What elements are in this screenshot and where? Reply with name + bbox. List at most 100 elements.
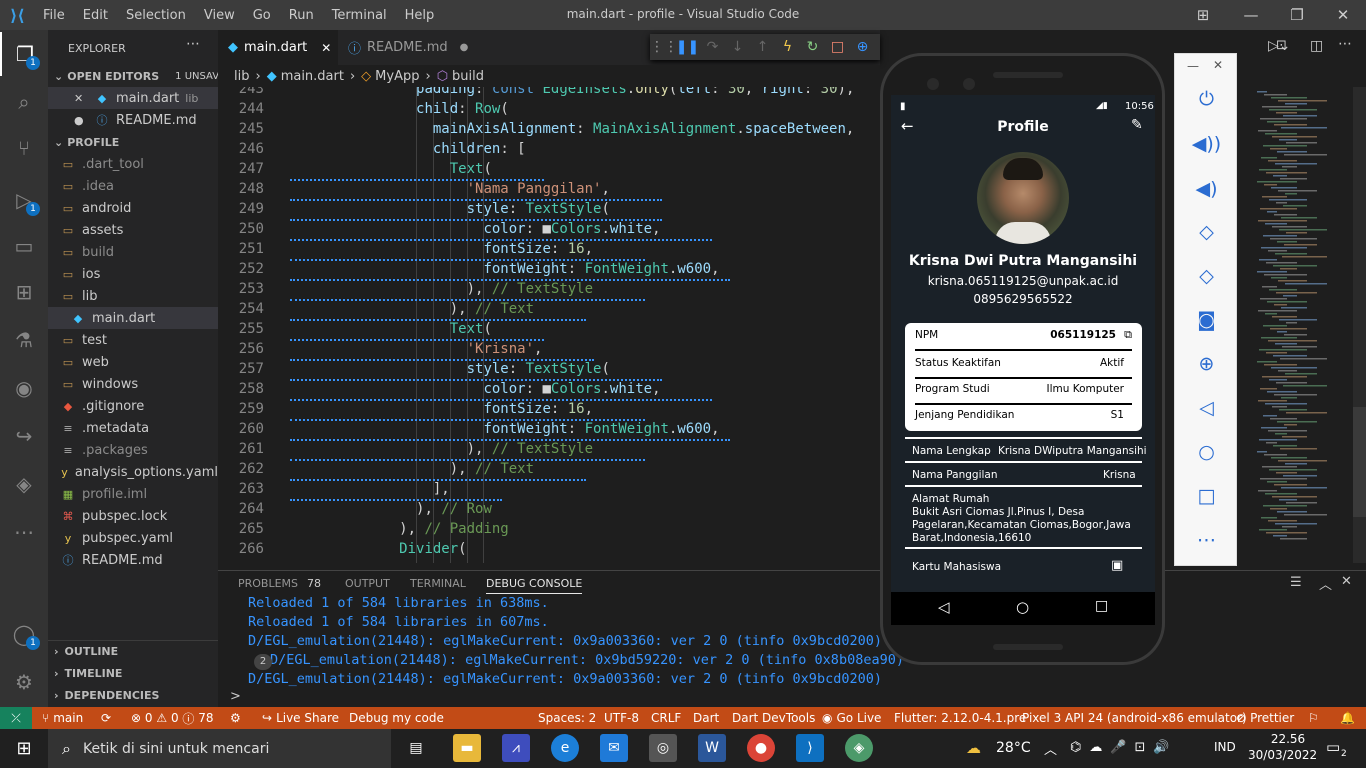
devtools-icon[interactable]: ⊕ (850, 39, 875, 55)
editor-more-icon[interactable]: ⋯ (1338, 36, 1352, 52)
task-view-icon[interactable]: ▤ (402, 734, 430, 762)
open-editor-item[interactable]: ✕ ◆ main.dart lib (48, 87, 218, 109)
unsaved-dot-icon[interactable]: ● (74, 114, 90, 127)
tab-debug-console[interactable]: DEBUG CONSOLE (486, 577, 583, 594)
tree-item[interactable]: ▭ test (48, 329, 218, 351)
tree-item[interactable]: ▭ windows (48, 373, 218, 395)
hot-reload-icon[interactable]: ϟ (775, 39, 800, 55)
debug-status-icon[interactable]: ⚙ (230, 707, 241, 729)
problems-status[interactable]: ⊗ 0 ⚠ 0 ⓘ 78 (131, 707, 214, 729)
zoom-icon[interactable]: ⊕ (1175, 353, 1238, 375)
open-editor-item[interactable]: ● ⓘ README.md (48, 109, 218, 131)
settings-gear-icon[interactable]: ⚙ (0, 660, 48, 704)
console-prompt[interactable]: > (230, 689, 241, 704)
chrome-icon[interactable]: ● (747, 734, 775, 762)
github-icon[interactable]: ◉ (0, 366, 48, 410)
emulator-taskbar-icon[interactable]: ◈ (845, 734, 873, 762)
live-share-icon[interactable]: ↪ (0, 414, 48, 458)
flutter-version[interactable]: Flutter: 2.12.0-4.1.pre (894, 707, 1026, 729)
feedback-icon[interactable]: ⚐ (1308, 707, 1319, 729)
breadcrumb-method[interactable]: build (452, 69, 484, 84)
menu-item-file[interactable]: File (34, 8, 74, 23)
outline-header[interactable]: › OUTLINE (48, 640, 218, 662)
more-icon[interactable]: ⋯ (0, 510, 48, 554)
emu-home-icon[interactable]: ○ (1175, 441, 1238, 463)
menu-item-view[interactable]: View (195, 8, 244, 23)
tree-item[interactable]: ▭ .dart_tool (48, 153, 218, 175)
encoding[interactable]: UTF-8 (604, 707, 639, 729)
menu-item-help[interactable]: Help (396, 8, 444, 23)
file-explorer-icon[interactable]: ▬ (453, 734, 481, 762)
line-ending[interactable]: CRLF (651, 707, 681, 729)
device-selector[interactable]: Pixel 3 API 24 (android-x86 emulator) (1022, 707, 1247, 729)
close-icon[interactable]: ✕ (74, 92, 90, 105)
menu-item-terminal[interactable]: Terminal (323, 8, 396, 23)
restore-button[interactable]: ❐ (1274, 0, 1320, 30)
volume-down-icon[interactable]: ◀) (1175, 178, 1238, 200)
go-live-item[interactable]: ◉ Go Live (822, 707, 881, 729)
run-debug-icon[interactable]: ▷ 1 (0, 178, 48, 222)
code-editor[interactable]: 243 padding: const EdgeInsets.only(left: … (218, 87, 880, 563)
temperature[interactable]: 28°C (996, 740, 1031, 756)
tree-item[interactable]: ▭ ios (48, 263, 218, 285)
breadcrumb-lib[interactable]: lib (234, 69, 249, 84)
remote-icon[interactable]: ⤫ (0, 707, 32, 729)
split-icon[interactable]: ◫ (1310, 38, 1323, 54)
screenshot-icon[interactable]: ◙ (1175, 309, 1238, 331)
tree-item[interactable]: ▭ build (48, 241, 218, 263)
clock-time[interactable]: 22.56 (1266, 732, 1310, 746)
prettier-item[interactable]: ⊘ Prettier (1236, 707, 1294, 729)
notifications-icon[interactable]: 🔔 (1340, 707, 1355, 729)
tree-item[interactable]: ≡ .packages (48, 439, 218, 461)
volume-up-icon[interactable]: ◀)) (1175, 133, 1238, 155)
tree-item[interactable]: ⌘ pubspec.lock (48, 505, 218, 527)
emu-more-icon[interactable]: ⋯ (1175, 529, 1238, 551)
edge-icon[interactable]: e (551, 734, 579, 762)
extensions-icon[interactable]: ⊞ (0, 270, 48, 314)
emu-back-icon[interactable]: ◁ (1175, 397, 1238, 419)
vscode-taskbar-icon[interactable]: ⟩ (796, 734, 824, 762)
tree-item[interactable]: ⓘ README.md (48, 549, 218, 571)
edit-pencil-icon[interactable]: ✎ (1131, 117, 1143, 133)
python-icon[interactable]: ◈ (0, 462, 48, 506)
close-panel-icon[interactable]: ✕ (1341, 574, 1352, 589)
emu-minimize-icon[interactable]: — (1187, 59, 1199, 73)
rotate-left-icon[interactable]: ◇ (1175, 221, 1238, 243)
project-header[interactable]: ⌄ PROFILE (48, 131, 218, 153)
phone-screen[interactable]: ▮ ◢▮ 10:56 ← Profile ✎ Krisna Dwi Putra … (891, 95, 1155, 625)
live-share-item[interactable]: ↪ Live Share (262, 707, 339, 729)
tab-output[interactable]: OUTPUT (345, 577, 390, 590)
camera-icon[interactable]: ◎ (649, 734, 677, 762)
tree-item[interactable]: ▭ android (48, 197, 218, 219)
maximize-panel-icon[interactable]: ︿ (1319, 574, 1332, 593)
unsaved-dot-icon[interactable]: ● (460, 42, 469, 53)
testing-icon[interactable]: ⚗ (0, 318, 48, 362)
remote-explorer-icon[interactable]: ▭ (0, 224, 48, 268)
sync-icon[interactable]: ⟳ (101, 707, 111, 729)
tree-item[interactable]: ▭ .idea (48, 175, 218, 197)
step-out-icon[interactable]: ↑ (750, 39, 775, 55)
nav-home-icon[interactable]: ○ (1016, 598, 1029, 616)
emu-close-icon[interactable]: ✕ (1213, 58, 1223, 72)
indentation[interactable]: Spaces: 2 (538, 707, 596, 729)
tab-readme[interactable]: ⓘ README.md ● (338, 30, 468, 65)
stop-icon[interactable]: □ (825, 39, 850, 55)
nav-recents-icon[interactable]: □ (1095, 598, 1108, 614)
hot-restart-icon[interactable]: ↻ (800, 39, 825, 55)
rotate-right-icon[interactable]: ◇ (1175, 265, 1238, 287)
menu-item-run[interactable]: Run (280, 8, 323, 23)
tree-item[interactable]: ◆ .gitignore (48, 395, 218, 417)
menu-item-edit[interactable]: Edit (74, 8, 117, 23)
run-dropdown-icon[interactable]: ▷⌄ (1268, 38, 1291, 54)
tree-item[interactable]: ◆ main.dart (48, 307, 218, 329)
open-editors-header[interactable]: ⌄OPEN EDITORS1 UNSAVED (48, 65, 218, 87)
source-control-icon[interactable]: ⑂ (0, 126, 48, 170)
tree-item[interactable]: ≡ .metadata (48, 417, 218, 439)
dart-devtools[interactable]: Dart DevTools (732, 707, 815, 729)
debug-my-code[interactable]: Debug my code (349, 707, 444, 729)
tab-terminal[interactable]: TERMINAL (410, 577, 466, 590)
copy-icon[interactable]: ⧉ (1124, 328, 1132, 342)
menu-item-go[interactable]: Go (244, 8, 280, 23)
app-icon[interactable]: ⩘ (502, 734, 530, 762)
tree-item[interactable]: ▭ lib (48, 285, 218, 307)
